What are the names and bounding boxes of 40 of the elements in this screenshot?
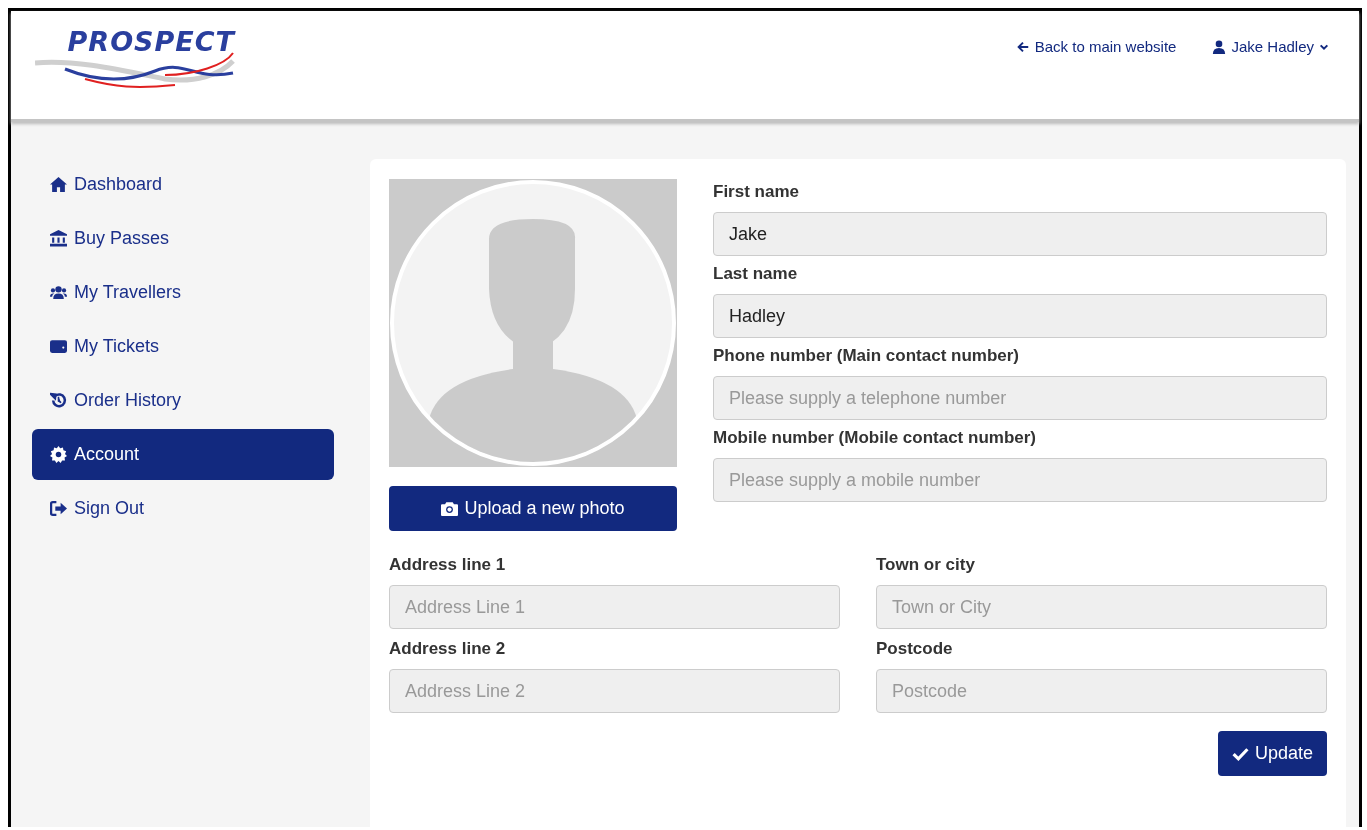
users-icon: [50, 284, 67, 301]
input-field[interactable]: Please supply a mobile number: [713, 458, 1327, 502]
swoosh-icon: [35, 51, 235, 91]
field-label: Address line 2: [389, 639, 507, 659]
camera-icon: [441, 501, 459, 516]
sidebar-item[interactable]: Sign Out: [32, 483, 334, 534]
field-label: Phone number (Main contact number): [713, 346, 1021, 366]
home-icon: [50, 176, 67, 193]
upload-photo-button[interactable]: Upload a new photo: [389, 486, 677, 531]
user-menu[interactable]: Jake Hadley: [1212, 38, 1329, 55]
wallet-icon: [50, 338, 67, 355]
sign-out-icon: [50, 500, 67, 517]
user-icon: [1212, 39, 1227, 54]
field-label: Town or city: [876, 555, 976, 575]
checkmark-icon: [1231, 745, 1249, 762]
input-field[interactable]: Town or City: [876, 585, 1327, 629]
input-field[interactable]: Postcode: [876, 669, 1327, 713]
field-label: Postcode: [876, 639, 954, 659]
input-field[interactable]: Address Line 2: [389, 669, 840, 713]
sidebar-item[interactable]: Order History: [32, 375, 334, 426]
sidebar-item[interactable]: Buy Passes: [32, 213, 334, 264]
sidebar-item[interactable]: My Tickets: [32, 321, 334, 372]
field-label: Address line 1: [389, 555, 507, 575]
sidebar-item[interactable]: My Travellers: [32, 267, 334, 318]
back-link[interactable]: Back to main website: [1015, 38, 1177, 55]
sidebar-item[interactable]: Account: [32, 429, 334, 480]
settings-icon: [50, 446, 67, 463]
field-label: Last name: [713, 264, 799, 284]
logo-text[interactable]: PROSPECT: [35, 27, 235, 57]
history-icon: [50, 392, 67, 409]
field-label: Mobile number (Mobile contact number): [713, 428, 1037, 448]
field-label: First name: [713, 182, 800, 202]
input-field[interactable]: Address Line 1: [389, 585, 840, 629]
update-button[interactable]: Update: [1217, 731, 1327, 776]
arrow-left-icon: [1015, 39, 1030, 54]
input-field[interactable]: Hadley: [713, 294, 1327, 338]
sidebar-item[interactable]: Dashboard: [32, 159, 334, 210]
bank-icon: [50, 230, 67, 247]
input-field[interactable]: Jake: [713, 212, 1327, 256]
input-field[interactable]: Please supply a telephone number: [713, 376, 1327, 420]
